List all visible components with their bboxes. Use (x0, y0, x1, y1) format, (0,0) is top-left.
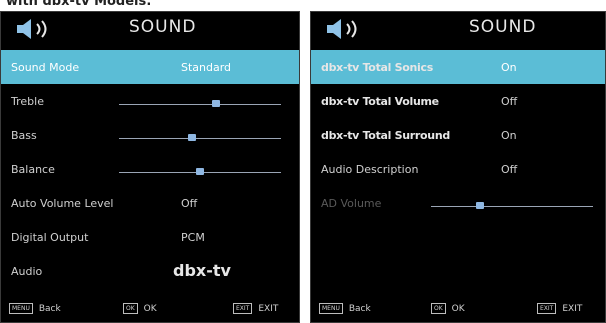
menu-item-audio-description[interactable]: Audio Description Off (311, 152, 605, 186)
item-value: On (501, 129, 517, 142)
exit-key-icon: EXIT (233, 303, 253, 314)
menu-item-total-sonics[interactable]: dbx-tv Total Sonics On (311, 50, 605, 84)
exit-label: EXIT (562, 303, 583, 314)
bass-slider[interactable] (119, 134, 281, 141)
item-label: Digital Output (11, 231, 89, 244)
item-label: Treble (11, 95, 44, 108)
slider-knob[interactable] (196, 168, 204, 175)
menu-title: SOUND (129, 17, 197, 37)
item-value: Off (181, 197, 198, 210)
caption: with dbx-tv Models: (6, 0, 152, 9)
balance-slider[interactable] (119, 168, 281, 175)
exit-key-icon: EXIT (537, 303, 557, 314)
menu-item-sound-mode[interactable]: Sound Mode Standard (1, 50, 299, 84)
item-label: Auto Volume Level (11, 197, 114, 210)
menu-header: SOUND (1, 12, 299, 44)
item-label: dbx-tv Total Volume (321, 95, 439, 108)
speaker-icon (325, 17, 369, 45)
menu-footer: MENU Back OK OK EXIT EXIT (1, 294, 299, 322)
item-value: Off (501, 95, 518, 108)
exit-label: EXIT (258, 303, 279, 314)
back-hint[interactable]: MENU Back (319, 303, 371, 314)
slider-knob (476, 202, 484, 209)
ok-key-icon: OK (431, 303, 446, 314)
menu-item-bass[interactable]: Bass (1, 118, 299, 152)
menu-footer: MENU Back OK OK EXIT EXIT (311, 294, 605, 322)
item-label: dbx-tv Total Surround (321, 129, 450, 142)
ok-hint[interactable]: OK OK (431, 303, 465, 314)
menu-key-icon: MENU (319, 303, 343, 314)
ok-label: OK (143, 303, 157, 314)
item-label: Audio (11, 265, 43, 278)
menu-item-digital-output[interactable]: Digital Output PCM (1, 220, 299, 254)
sound-menu-left: SOUND Sound Mode Standard Treble Bass Ba… (0, 11, 300, 323)
dbx-tv-logo: dbx-tv (173, 261, 231, 280)
item-label: AD Volume (321, 197, 382, 210)
menu-item-total-surround[interactable]: dbx-tv Total Surround On (311, 118, 605, 152)
item-label: Audio Description (321, 163, 419, 176)
exit-hint[interactable]: EXIT EXIT (233, 303, 278, 314)
menu-item-auto-volume-level[interactable]: Auto Volume Level Off (1, 186, 299, 220)
item-label: Balance (11, 163, 55, 176)
exit-hint[interactable]: EXIT EXIT (537, 303, 582, 314)
menu-item-treble[interactable]: Treble (1, 84, 299, 118)
treble-slider[interactable] (119, 100, 281, 107)
item-value: Off (501, 163, 518, 176)
item-label: Bass (11, 129, 37, 142)
ok-key-icon: OK (123, 303, 138, 314)
slider-knob[interactable] (212, 100, 220, 107)
ok-hint[interactable]: OK OK (123, 303, 157, 314)
item-label: Sound Mode (11, 61, 80, 74)
back-label: Back (38, 303, 61, 314)
item-label: dbx-tv Total Sonics (321, 61, 433, 74)
speaker-icon (15, 17, 59, 45)
ad-volume-slider (431, 202, 593, 209)
item-value: On (501, 61, 517, 74)
item-value: Standard (181, 61, 232, 74)
menu-header: SOUND (311, 12, 605, 44)
back-hint[interactable]: MENU Back (9, 303, 61, 314)
menu-title: SOUND (469, 17, 537, 37)
item-value: PCM (181, 231, 205, 244)
back-label: Back (348, 303, 371, 314)
menu-item-total-volume[interactable]: dbx-tv Total Volume Off (311, 84, 605, 118)
menu-item-audio[interactable]: Audio dbx-tv (1, 254, 299, 288)
menu-key-icon: MENU (9, 303, 33, 314)
ok-label: OK (451, 303, 465, 314)
sound-menu-right: SOUND dbx-tv Total Sonics On dbx-tv Tota… (310, 11, 606, 323)
slider-knob[interactable] (188, 134, 196, 141)
menu-item-balance[interactable]: Balance (1, 152, 299, 186)
menu-item-ad-volume: AD Volume (311, 186, 605, 220)
